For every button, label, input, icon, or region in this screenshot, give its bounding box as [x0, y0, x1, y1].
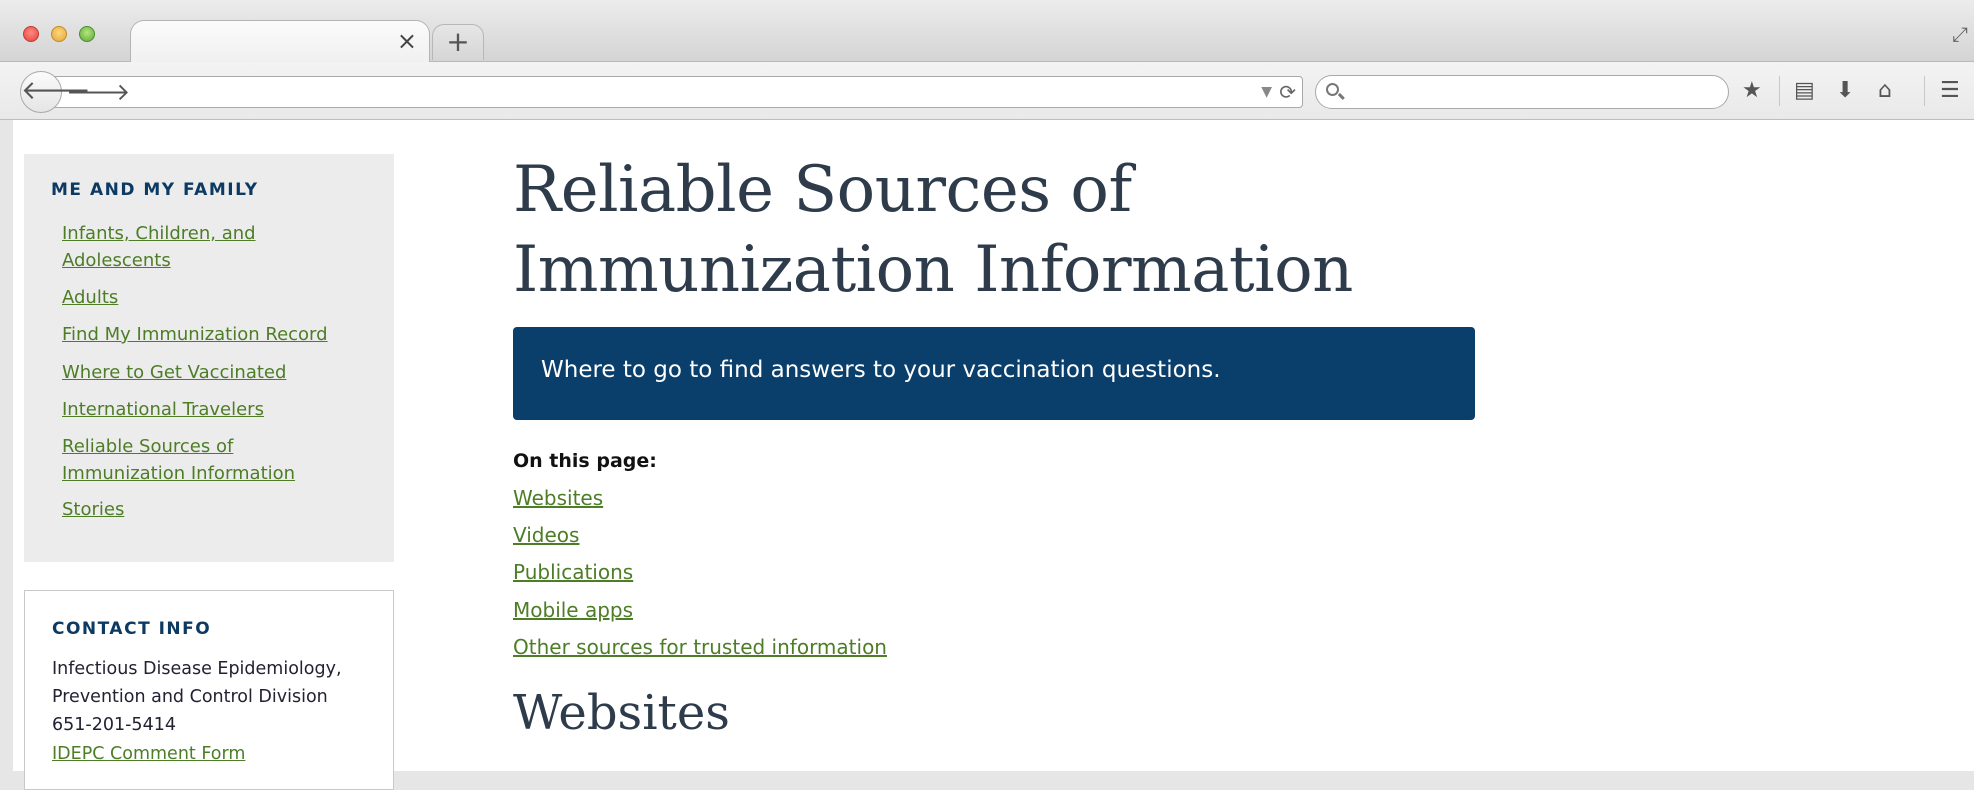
sidebar-item-label: Infants, Children, and [62, 223, 256, 244]
browser-toolbar: ▼ ⟳ 🡐 🡒 ★ ▤ ⬇ ⌂ ☰ [0, 62, 1974, 120]
sidebar-item-find-record[interactable]: Find My Immunization Record [62, 321, 328, 348]
sidebar-item-infants[interactable]: Infants, Children, and Adolescents [62, 220, 256, 274]
jump-link-videos[interactable]: Videos [513, 521, 579, 549]
sidebar-nav: ME AND MY FAMILY Infants, Children, and … [24, 154, 394, 562]
url-bar[interactable]: ▼ ⟳ [52, 76, 1303, 108]
sidebar-item-adults[interactable]: Adults [62, 284, 118, 311]
new-tab-icon[interactable]: + [432, 24, 484, 60]
fullscreen-icon[interactable]: ⤢ [1952, 22, 1968, 46]
page-title-line: Immunization Information [513, 233, 1353, 307]
close-window-icon[interactable] [23, 26, 39, 42]
sidebar-item-reliable-sources[interactable]: Reliable Sources of Immunization Informa… [62, 433, 295, 487]
contact-phone: 651-201-5414 [52, 715, 176, 735]
sidebar-item-where-vaccinated[interactable]: Where to Get Vaccinated [62, 359, 286, 386]
sidebar-item-label: Reliable Sources of [62, 436, 234, 457]
bookmark-star-icon[interactable]: ★ [1742, 78, 1762, 104]
page-title-line: Reliable Sources of [513, 153, 1132, 227]
browser-titlebar: × + ⤢ [0, 0, 1974, 63]
sidebar-heading: ME AND MY FAMILY [51, 180, 259, 200]
back-arrow-icon[interactable]: 🡐 [20, 71, 91, 113]
page-title: Reliable Sources of Immunization Informa… [513, 150, 1413, 310]
jump-link-publications[interactable]: Publications [513, 558, 633, 586]
jump-link-mobile-apps[interactable]: Mobile apps [513, 596, 633, 624]
sidebar-item-stories[interactable]: Stories [62, 496, 124, 523]
intro-banner: Where to go to find answers to your vacc… [513, 327, 1475, 420]
sidebar-item-label: Immunization Information [62, 463, 296, 484]
browser-tab[interactable]: × [130, 20, 430, 63]
contact-line: Prevention and Control Division [52, 687, 328, 707]
on-this-page-label: On this page: [513, 450, 657, 472]
contact-info-box: CONTACT INFO Infectious Disease Epidemio… [24, 590, 394, 790]
search-input[interactable] [1315, 75, 1729, 109]
home-icon[interactable]: ⌂ [1878, 78, 1892, 104]
sidebar-item-label: Adolescents [62, 250, 171, 271]
section-heading: Websites [513, 685, 730, 741]
page-content: ME AND MY FAMILY Infants, Children, and … [13, 120, 1974, 790]
contact-line: Infectious Disease Epidemiology, [52, 659, 342, 679]
search-icon [1326, 83, 1339, 96]
toolbar-divider [1779, 76, 1780, 106]
reading-list-icon[interactable]: ▤ [1794, 78, 1815, 104]
zoom-icon[interactable] [79, 26, 95, 42]
sidebar-item-travelers[interactable]: International Travelers [62, 396, 264, 423]
comment-form-link[interactable]: IDEPC Comment Form [52, 740, 245, 768]
toolbar-divider [1924, 76, 1925, 106]
contact-heading: CONTACT INFO [52, 619, 212, 639]
downloads-icon[interactable]: ⬇ [1836, 78, 1854, 104]
jump-link-other-sources[interactable]: Other sources for trusted information [513, 633, 887, 661]
forward-arrow-icon[interactable]: 🡒 [66, 78, 130, 106]
dropdown-icon[interactable]: ▼ [1261, 80, 1272, 104]
reload-icon[interactable]: ⟳ [1279, 79, 1296, 105]
banner-text: Where to go to find answers to your vacc… [541, 357, 1221, 383]
jump-link-websites[interactable]: Websites [513, 484, 603, 512]
menu-icon[interactable]: ☰ [1940, 78, 1960, 104]
minimize-icon[interactable] [51, 26, 67, 42]
tab-close-icon[interactable]: × [397, 29, 417, 53]
